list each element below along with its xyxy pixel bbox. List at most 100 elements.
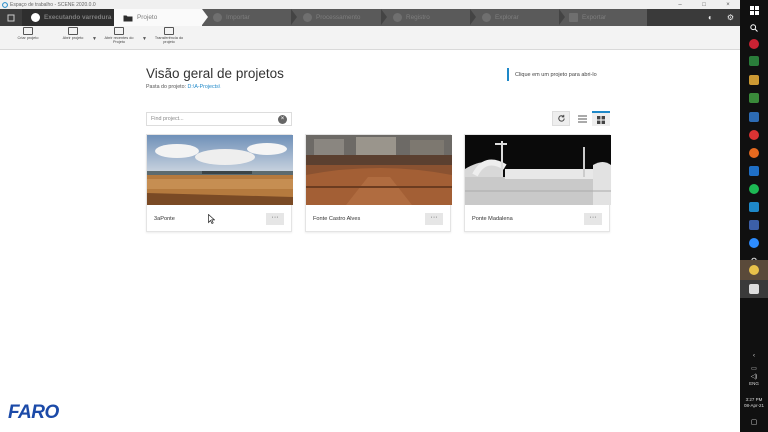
notification-icon: ▢ <box>750 419 758 426</box>
scene-icon <box>749 265 759 275</box>
recent-projects-icon <box>114 27 124 35</box>
layout-icon[interactable]: ◐ <box>708 13 713 22</box>
taskbar-scene-active[interactable] <box>740 260 768 280</box>
close-button[interactable]: × <box>716 2 740 8</box>
tab-project-label: Projeto <box>137 14 158 21</box>
settings-icon[interactable]: ⚙ <box>727 13 734 22</box>
chevron-down-icon[interactable]: ▼ <box>92 36 97 42</box>
search-input[interactable] <box>147 113 271 125</box>
tab-import[interactable]: Importar <box>205 9 291 26</box>
process-icon <box>303 13 312 22</box>
transfer-icon <box>164 27 174 35</box>
home-button[interactable] <box>0 9 22 26</box>
tab-register[interactable]: Registro <box>385 9 471 26</box>
project-menu-button[interactable]: ··· <box>425 213 443 225</box>
search-taskbar-button[interactable] <box>745 20 763 36</box>
project-name: Fonte Castro Alves <box>313 216 361 222</box>
tab-process-label: Processamento <box>316 14 361 21</box>
maximize-button[interactable]: □ <box>692 2 716 8</box>
project-menu-button[interactable]: ··· <box>266 213 284 225</box>
windows-icon <box>749 5 759 15</box>
create-project-label: Criar projeto <box>17 36 39 40</box>
project-thumbnail <box>465 135 611 205</box>
grid-icon <box>597 115 605 124</box>
notification-button[interactable]: ▢ <box>745 414 763 430</box>
tab-register-label: Registro <box>406 14 430 21</box>
project-card[interactable]: Ponte Madalena ··· <box>464 134 611 232</box>
register-icon <box>393 13 402 22</box>
window-titlebar: Espaço de trabalho - SCENE 2020.0.0 – □ … <box>0 0 740 9</box>
taskbar-chrome[interactable] <box>745 127 763 143</box>
spotify-icon <box>749 184 759 194</box>
window-title: Espaço de trabalho - SCENE 2020.0.0 <box>10 1 96 8</box>
project-search: × <box>146 112 292 126</box>
taskbar-app[interactable] <box>740 280 768 298</box>
project-card[interactable]: 3aPonte ··· <box>146 134 293 232</box>
ribbon-toolbar: Criar projeto Abrir projeto ▼ Abrir rece… <box>0 26 740 50</box>
taskbar-outlook[interactable] <box>745 163 763 179</box>
tab-project[interactable]: Projeto <box>114 9 202 26</box>
open-project-button[interactable]: Abrir projeto ▼ <box>58 27 97 42</box>
export-icon <box>569 13 578 22</box>
clear-search-icon[interactable]: × <box>278 115 287 124</box>
faro-logo: FARO <box>8 402 59 423</box>
taskview-icon <box>749 39 759 49</box>
grid-view-button[interactable] <box>592 111 610 126</box>
project-folder-label: Pasta do projeto: <box>146 84 187 90</box>
tray-language[interactable]: ENG <box>740 381 768 386</box>
tab-import-label: Importar <box>226 14 250 21</box>
app-icon <box>749 75 759 85</box>
app-icon <box>749 202 759 212</box>
app-icon <box>749 93 759 103</box>
project-menu-button[interactable]: ··· <box>584 213 602 225</box>
list-icon <box>577 115 587 122</box>
taskbar-zoom[interactable] <box>745 235 763 251</box>
tab-process[interactable]: Processamento <box>295 9 381 26</box>
list-view-button[interactable] <box>573 111 591 126</box>
start-button[interactable] <box>745 2 763 18</box>
taskbar-app[interactable] <box>745 53 763 69</box>
refresh-icon <box>557 114 565 122</box>
transfer-project-button[interactable]: Transferência do projeto <box>150 27 188 45</box>
tab-export-label: Exportar <box>582 14 607 21</box>
open-project-label: Abrir projeto <box>62 36 84 40</box>
app-icon <box>2 1 8 8</box>
taskbar-app[interactable] <box>745 90 763 106</box>
windows-taskbar: ⚙ ‹ ▭ ◁) ENG 3:27 PM 08-Apr-21 ▢ <box>740 0 768 432</box>
taskbar-firefox[interactable] <box>745 145 763 161</box>
taskbar-app[interactable] <box>745 217 763 233</box>
open-recent-button[interactable]: Abrir recentes do Projeto ▼ <box>100 27 147 45</box>
page-title: Visão geral de projetos <box>146 66 284 81</box>
tray-date: 08-Apr-21 <box>743 403 764 408</box>
chevron-down-icon[interactable]: ▼ <box>142 36 147 42</box>
hint-box: Clique em um projeto para abri-lo <box>507 68 597 81</box>
project-thumbnail <box>306 135 452 205</box>
scanner-icon <box>31 13 40 22</box>
tabbar-tools: ◐ ⚙ <box>647 9 740 26</box>
open-recent-label: Abrir recentes do Projeto <box>104 36 134 45</box>
project-card[interactable]: Fonte Castro Alves ··· <box>305 134 452 232</box>
refresh-button[interactable] <box>552 111 570 126</box>
chrome-icon <box>749 130 759 140</box>
create-project-button[interactable]: Criar projeto <box>13 27 43 40</box>
create-project-icon <box>23 27 33 35</box>
taskview-button[interactable] <box>745 36 763 52</box>
workflow-tabbar: Executando varredura Projeto Importar Pr… <box>0 9 740 26</box>
minimize-button[interactable]: – <box>668 2 692 8</box>
tray-clock[interactable]: 3:27 PM 08-Apr-21 <box>740 397 768 409</box>
taskbar-spotify[interactable] <box>745 181 763 197</box>
project-folder-link[interactable]: D:\A-Projects\ <box>188 84 221 90</box>
project-name: Ponte Madalena <box>472 216 513 222</box>
tab-export[interactable]: Exportar <box>563 9 647 26</box>
taskbar-app[interactable] <box>745 72 763 88</box>
search-icon <box>750 24 758 32</box>
tab-explore-label: Explorar <box>495 14 519 21</box>
transfer-project-label: Transferência do projeto <box>154 36 184 45</box>
taskbar-app[interactable] <box>745 199 763 215</box>
hint-text: Clique em um projeto para abri-lo <box>515 71 597 78</box>
chevron-up-icon: ‹ <box>753 353 755 359</box>
tab-explore[interactable]: Explorar <box>474 9 560 26</box>
taskbar-app[interactable] <box>745 109 763 125</box>
tab-scan[interactable]: Executando varredura <box>22 9 114 26</box>
outlook-icon <box>749 166 759 176</box>
